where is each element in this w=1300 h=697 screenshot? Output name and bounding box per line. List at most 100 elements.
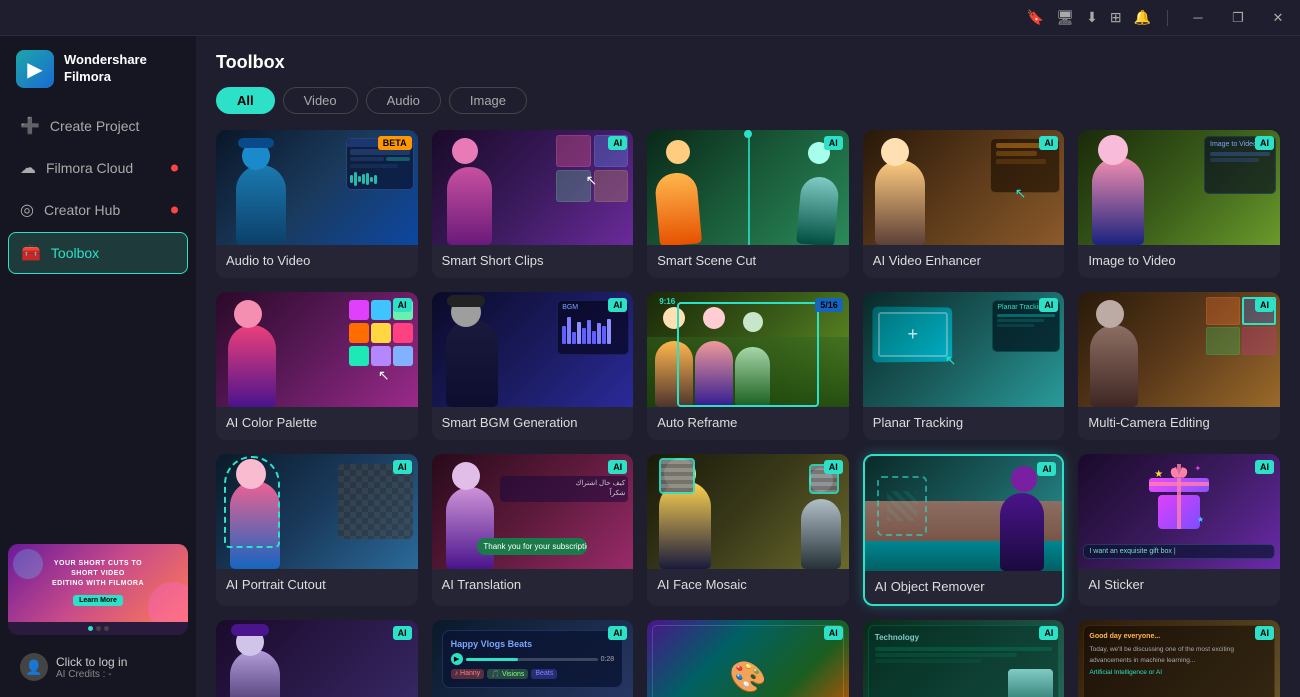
badge-beta: 5/16	[815, 298, 843, 312]
tool-name: Multi-Camera Editing	[1078, 407, 1280, 440]
sidebar-bottom: YOUR SHORT CUTS TO SHORT VIDEO EDITING W…	[0, 536, 196, 697]
promo-text-line3: EDITING WITH FILMORA	[52, 579, 144, 589]
tool-card-multi-camera[interactable]: AI Multi-Camera Editing	[1078, 292, 1280, 440]
tool-card-smart-bgm[interactable]: BGM	[432, 292, 634, 440]
tool-card-row4-3[interactable]: 🎨 AI AI Thumbnail	[647, 620, 849, 697]
badge-ai: AI	[608, 136, 627, 150]
logo-text: Wondershare Filmora	[64, 52, 147, 86]
tool-card-image-to-video[interactable]: Image to Video AI Image to Video	[1078, 130, 1280, 278]
tool-name: Image to Video	[1078, 245, 1280, 278]
tool-thumbnail: AI	[216, 620, 418, 697]
title-bar-icons: 🔖 🖥 ⬇ ⊞ 🔔 ─ ❐ ✕	[1027, 4, 1292, 32]
tool-name: Planar Tracking	[863, 407, 1065, 440]
tool-name: Auto Reframe	[647, 407, 849, 440]
tool-card-auto-reframe[interactable]: 9:16 5/16 Auto Reframe	[647, 292, 849, 440]
tool-name: AI Translation	[432, 569, 634, 602]
tool-thumbnail: 9:16 5/16	[647, 292, 849, 407]
notification-dot	[171, 207, 178, 214]
tool-thumbnail: + Planar Tracking ↖ AI	[863, 292, 1065, 407]
bookmark-icon[interactable]: 🔖	[1027, 9, 1044, 26]
sidebar-item-label: Filmora Cloud	[46, 160, 133, 176]
badge-ai: AI	[1255, 460, 1274, 474]
cloud-icon: ☁	[20, 158, 36, 178]
tool-thumbnail: BETA	[216, 130, 418, 245]
tools-grid: BETA Audio to Video	[216, 130, 1280, 697]
promo-card[interactable]: YOUR SHORT CUTS TO SHORT VIDEO EDITING W…	[8, 544, 188, 635]
user-area[interactable]: 👤 Click to log in AI Credits : -	[8, 645, 188, 689]
badge-beta: BETA	[378, 136, 412, 150]
badge-ai: AI	[1039, 298, 1058, 312]
hub-icon: ◎	[20, 200, 34, 220]
filter-all[interactable]: All	[216, 87, 275, 114]
minimize-btn[interactable]: ─	[1184, 4, 1212, 32]
tool-card-portrait-cutout[interactable]: AI AI Portrait Cutout	[216, 454, 418, 606]
tool-thumbnail: Happy Vlogs Beats ▶ 0:28 ♪ Hanny 🎵 Vi	[432, 620, 634, 697]
sidebar-item-label: Toolbox	[51, 245, 99, 261]
tool-thumbnail: Technology AI	[863, 620, 1065, 697]
promo-dots	[8, 622, 188, 635]
badge-ai: AI	[1255, 626, 1274, 640]
badge-ai: AI	[608, 298, 627, 312]
tool-card-obj-remover[interactable]: AI AI Object Remover	[863, 454, 1065, 606]
badge-ai: AI	[393, 460, 412, 474]
grid-icon[interactable]: ⊞	[1110, 9, 1122, 26]
tool-card-ai-sticker[interactable]: ★ ✦ ★ I want an exquisite gift box | AI …	[1078, 454, 1280, 606]
tool-name: AI Sticker	[1078, 569, 1280, 602]
badge-ai: AI	[1255, 298, 1274, 312]
tool-card-ai-video-enhancer[interactable]: ↖ AI AI Video Enhancer	[863, 130, 1065, 278]
notification-dot	[171, 165, 178, 172]
tool-card-smart-scene-cut[interactable]: AI Smart Scene Cut	[647, 130, 849, 278]
tool-thumbnail: ↖ AI	[863, 130, 1065, 245]
tool-name: Smart BGM Generation	[432, 407, 634, 440]
tool-card-row4-5[interactable]: Good day everyone... Today, we'll be dis…	[1078, 620, 1280, 697]
logo-area: ▶ Wondershare Filmora	[0, 36, 196, 106]
badge-ai: AI	[1037, 462, 1056, 476]
sidebar-item-create-project[interactable]: ➕ Create Project	[8, 106, 188, 146]
download-icon[interactable]: ⬇	[1086, 9, 1098, 26]
tool-card-audio-to-video[interactable]: BETA Audio to Video	[216, 130, 418, 278]
toolbox-icon: 🧰	[21, 243, 41, 263]
tool-card-row4-1[interactable]: AI AI Music	[216, 620, 418, 697]
tool-thumbnail: AI	[216, 454, 418, 569]
main-content: Toolbox All Video Audio Image	[196, 36, 1300, 697]
tool-name: Audio to Video	[216, 245, 418, 278]
filmora-logo-icon: ▶	[16, 50, 54, 88]
tool-thumbnail: AI	[647, 130, 849, 245]
tool-card-planar-tracking[interactable]: + Planar Tracking ↖ AI Pla	[863, 292, 1065, 440]
promo-dot-2	[96, 626, 101, 631]
filter-image[interactable]: Image	[449, 87, 527, 114]
tool-card-smart-short-clips[interactable]: ↖ AI Smart Short Clips	[432, 130, 634, 278]
tool-card-translation[interactable]: Thank you for your subscription كيف حال …	[432, 454, 634, 606]
sidebar-item-creator-hub[interactable]: ◎ Creator Hub	[8, 190, 188, 230]
maximize-btn[interactable]: ❐	[1224, 4, 1252, 32]
tool-thumbnail: AI	[1078, 292, 1280, 407]
promo-text-line2: SHORT VIDEO	[52, 569, 144, 579]
sidebar-item-filmora-cloud[interactable]: ☁ Filmora Cloud	[8, 148, 188, 188]
login-label: Click to log in	[56, 655, 127, 669]
sidebar-item-toolbox[interactable]: 🧰 Toolbox	[8, 232, 188, 274]
filter-bar: All Video Audio Image	[216, 87, 1280, 114]
tool-thumbnail: AI	[865, 456, 1063, 571]
tool-card-face-mosaic[interactable]: AI AI Face Mosaic	[647, 454, 849, 606]
sidebar-item-label: Create Project	[50, 118, 139, 134]
tool-thumbnail: ★ ✦ ★ I want an exquisite gift box | AI	[1078, 454, 1280, 569]
tool-thumbnail: Good day everyone... Today, we'll be dis…	[1078, 620, 1280, 697]
tool-name: AI Video Enhancer	[863, 245, 1065, 278]
tool-thumbnail: ↖ AI	[432, 130, 634, 245]
promo-text-line1: YOUR SHORT CUTS TO	[52, 559, 144, 569]
filter-audio[interactable]: Audio	[366, 87, 441, 114]
app-body: ▶ Wondershare Filmora ➕ Create Project ☁…	[0, 36, 1300, 697]
promo-image: YOUR SHORT CUTS TO SHORT VIDEO EDITING W…	[8, 544, 188, 622]
tool-card-row4-4[interactable]: Technology AI AI Copywriting	[863, 620, 1065, 697]
tool-name: Smart Scene Cut	[647, 245, 849, 278]
bell-icon[interactable]: 🔔	[1134, 9, 1151, 26]
tool-card-ai-color-palette[interactable]: ↖ AI AI Color Palette	[216, 292, 418, 440]
page-title: Toolbox	[216, 52, 1280, 73]
screen-icon[interactable]: 🖥	[1056, 9, 1074, 26]
filter-video[interactable]: Video	[283, 87, 358, 114]
promo-dot-1	[88, 626, 93, 631]
tool-card-row4-2[interactable]: Happy Vlogs Beats ▶ 0:28 ♪ Hanny 🎵 Vi	[432, 620, 634, 697]
tool-name: Smart Short Clips	[432, 245, 634, 278]
close-btn[interactable]: ✕	[1264, 4, 1292, 32]
avatar: 👤	[20, 653, 48, 681]
